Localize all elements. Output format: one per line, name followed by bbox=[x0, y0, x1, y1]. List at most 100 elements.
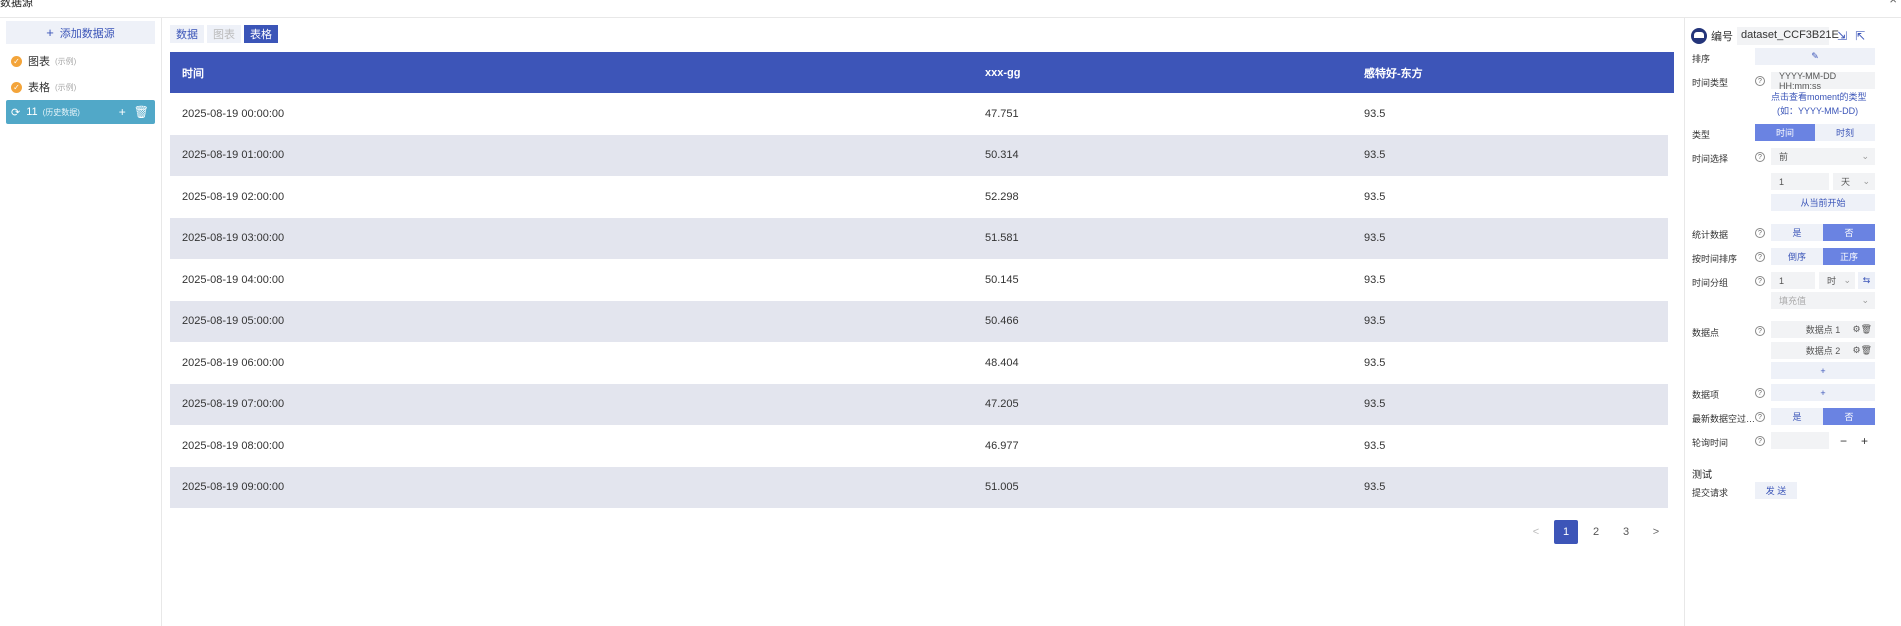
order-asc-option[interactable]: 正序 bbox=[1823, 248, 1875, 265]
table-row[interactable]: 2025-08-19 08:00:00 46.977 93.5 bbox=[170, 425, 1668, 467]
order-label: 按时间排序 bbox=[1692, 254, 1738, 264]
dataset-id-field[interactable]: dataset_CCF3B21E bbox=[1737, 27, 1839, 45]
column-header-xxx-gg[interactable]: xxx-gg bbox=[985, 52, 1364, 93]
table-cell: 50.314 bbox=[985, 149, 1019, 162]
table-row[interactable]: 2025-08-19 00:00:00 47.751 93.5 bbox=[170, 93, 1668, 135]
stats-yes-option[interactable]: 是 bbox=[1771, 224, 1823, 241]
moment-example: (如：YYYY-MM-DD) bbox=[1777, 106, 1859, 116]
help-icon[interactable]: ? bbox=[1755, 326, 1765, 336]
delete-icon[interactable]: 🗑 bbox=[134, 105, 149, 119]
table-cell: 2025-08-19 08:00:00 bbox=[182, 439, 285, 452]
time-select-label: 时间选择 bbox=[1692, 154, 1729, 164]
table-cell: 93.5 bbox=[1364, 107, 1386, 120]
view-tabs: 数据 图表 表格 bbox=[170, 25, 278, 43]
fill-value-dropdown[interactable]: 填充值 ⌄ bbox=[1771, 292, 1875, 309]
unit-dropdown[interactable]: 天 ⌄ bbox=[1833, 173, 1875, 190]
table-row[interactable]: 2025-08-19 02:00:00 52.298 93.5 bbox=[170, 176, 1668, 218]
from-now-button[interactable]: 从当前开始 bbox=[1771, 194, 1875, 211]
type-option-time[interactable]: 时间 bbox=[1755, 124, 1815, 141]
help-icon[interactable]: ? bbox=[1755, 152, 1765, 162]
latest-filter-label: 最新数据空过… bbox=[1692, 414, 1756, 424]
tab-chart[interactable]: 图表 bbox=[207, 25, 241, 43]
fill-value-placeholder: 填充值 bbox=[1779, 296, 1807, 306]
datasource-item-label: 图表 bbox=[28, 56, 50, 68]
group-label: 时间分组 bbox=[1692, 278, 1729, 288]
type-option-moment[interactable]: 时刻 bbox=[1815, 124, 1875, 141]
table-cell: 2025-08-19 04:00:00 bbox=[182, 273, 285, 286]
table-row[interactable]: 2025-08-19 07:00:00 47.205 93.5 bbox=[170, 383, 1668, 425]
table-cell: 93.5 bbox=[1364, 398, 1386, 411]
table-row[interactable]: 2025-08-19 09:00:00 51.005 93.5 bbox=[170, 466, 1668, 508]
prev-page-button[interactable]: < bbox=[1524, 520, 1548, 544]
time-format-input[interactable]: YYYY-MM-DD HH:mm:ss bbox=[1771, 71, 1875, 91]
add-datasource-button[interactable]: + 添加数据源 bbox=[6, 21, 155, 44]
items-label: 数据项 bbox=[1692, 390, 1720, 400]
help-icon[interactable]: ? bbox=[1755, 436, 1765, 446]
time-select-dropdown[interactable]: 前 ⌄ bbox=[1771, 148, 1875, 165]
datasource-item-table[interactable]: ✓ 表格 (示例) bbox=[6, 74, 155, 100]
table-cell: 51.005 bbox=[985, 481, 1019, 494]
help-icon[interactable]: ? bbox=[1755, 412, 1765, 422]
help-icon[interactable]: ? bbox=[1755, 252, 1765, 262]
table-row[interactable]: 2025-08-19 06:00:00 48.404 93.5 bbox=[170, 342, 1668, 384]
latest-no-option[interactable]: 否 bbox=[1823, 408, 1875, 425]
help-icon[interactable]: ? bbox=[1755, 276, 1765, 286]
chevron-down-icon: ⌄ bbox=[1861, 295, 1869, 305]
points-label: 数据点 bbox=[1692, 328, 1720, 338]
edit-icon: ✎ bbox=[1811, 51, 1819, 61]
column-header-time[interactable]: 时间 bbox=[170, 52, 985, 93]
check-icon: ✓ bbox=[11, 55, 22, 67]
plus-icon[interactable]: + bbox=[1861, 434, 1868, 448]
data-point-item[interactable]: 数据点 1 ⚙🗑 bbox=[1771, 321, 1875, 338]
settings-delete-icons[interactable]: ⚙🗑 bbox=[1853, 324, 1873, 335]
table-row[interactable]: 2025-08-19 04:00:00 50.145 93.5 bbox=[170, 259, 1668, 301]
sort-edit-button[interactable]: ✎ bbox=[1755, 48, 1875, 65]
poll-stepper[interactable]: − + bbox=[1833, 432, 1875, 449]
order-desc-option[interactable]: 倒序 bbox=[1771, 248, 1823, 265]
window-titlebar: 数据源 × bbox=[0, 0, 1901, 18]
count-input[interactable]: 1 bbox=[1771, 173, 1829, 190]
table-row[interactable]: 2025-08-19 03:00:00 51.581 93.5 bbox=[170, 217, 1668, 259]
close-icon[interactable]: × bbox=[1889, 0, 1897, 7]
page-button-1[interactable]: 1 bbox=[1554, 520, 1578, 544]
latest-yes-option[interactable]: 是 bbox=[1771, 408, 1823, 425]
add-data-item-button[interactable]: + bbox=[1771, 384, 1875, 401]
stats-no-option[interactable]: 否 bbox=[1823, 224, 1875, 241]
add-data-point-button[interactable]: + bbox=[1771, 362, 1875, 379]
send-button[interactable]: 发 送 bbox=[1755, 482, 1797, 499]
next-page-button[interactable]: > bbox=[1644, 520, 1668, 544]
datasource-item-chart[interactable]: ✓ 图表 (示例) bbox=[6, 48, 155, 74]
help-icon[interactable]: ? bbox=[1755, 76, 1765, 86]
data-point-item[interactable]: 数据点 2 ⚙🗑 bbox=[1771, 342, 1875, 359]
tab-table[interactable]: 表格 bbox=[244, 25, 278, 43]
group-count-input[interactable]: 1 bbox=[1771, 272, 1815, 289]
table-cell: 50.145 bbox=[985, 273, 1019, 286]
export-icon[interactable]: ⇱ bbox=[1855, 29, 1865, 43]
column-header-series[interactable]: 感特好-东方 bbox=[1364, 52, 1664, 93]
chevron-down-icon: ⌄ bbox=[1862, 176, 1870, 186]
swap-icon[interactable]: ⇆ bbox=[1858, 272, 1875, 289]
datasource-item-history[interactable]: ⟳ 11 (历史数据) + 🗑 bbox=[6, 100, 155, 124]
poll-time-input[interactable] bbox=[1771, 432, 1829, 449]
add-icon[interactable]: + bbox=[119, 105, 126, 119]
help-icon[interactable]: ? bbox=[1755, 228, 1765, 238]
sync-icon: ⟳ bbox=[11, 106, 21, 119]
help-icon[interactable]: ? bbox=[1755, 388, 1765, 398]
tab-data[interactable]: 数据 bbox=[170, 25, 204, 43]
table-cell: 2025-08-19 07:00:00 bbox=[182, 398, 285, 411]
page-button-3[interactable]: 3 bbox=[1614, 520, 1638, 544]
table-header: 时间 xxx-gg 感特好-东方 bbox=[170, 52, 1674, 93]
page-button-2[interactable]: 2 bbox=[1584, 520, 1608, 544]
table-cell: 93.5 bbox=[1364, 149, 1386, 162]
datasource-item-label: 表格 bbox=[28, 82, 50, 94]
table-row[interactable]: 2025-08-19 05:00:00 50.466 93.5 bbox=[170, 300, 1668, 342]
group-unit-dropdown[interactable]: 时 ⌄ bbox=[1819, 272, 1855, 289]
table-row[interactable]: 2025-08-19 01:00:00 50.314 93.5 bbox=[170, 134, 1668, 176]
table-cell: 93.5 bbox=[1364, 190, 1386, 203]
copy-icon[interactable]: ⇲ bbox=[1837, 29, 1847, 43]
settings-delete-icons[interactable]: ⚙🗑 bbox=[1853, 345, 1873, 356]
datasource-item-label: 11 bbox=[26, 106, 38, 118]
config-panel: 编号 dataset_CCF3B21E ⇲ ⇱ 排序 ✎ 时间类型 ? YYYY… bbox=[1684, 18, 1901, 626]
minus-icon[interactable]: − bbox=[1840, 434, 1847, 448]
moment-link[interactable]: 点击查看moment的类型 bbox=[1771, 90, 1867, 103]
